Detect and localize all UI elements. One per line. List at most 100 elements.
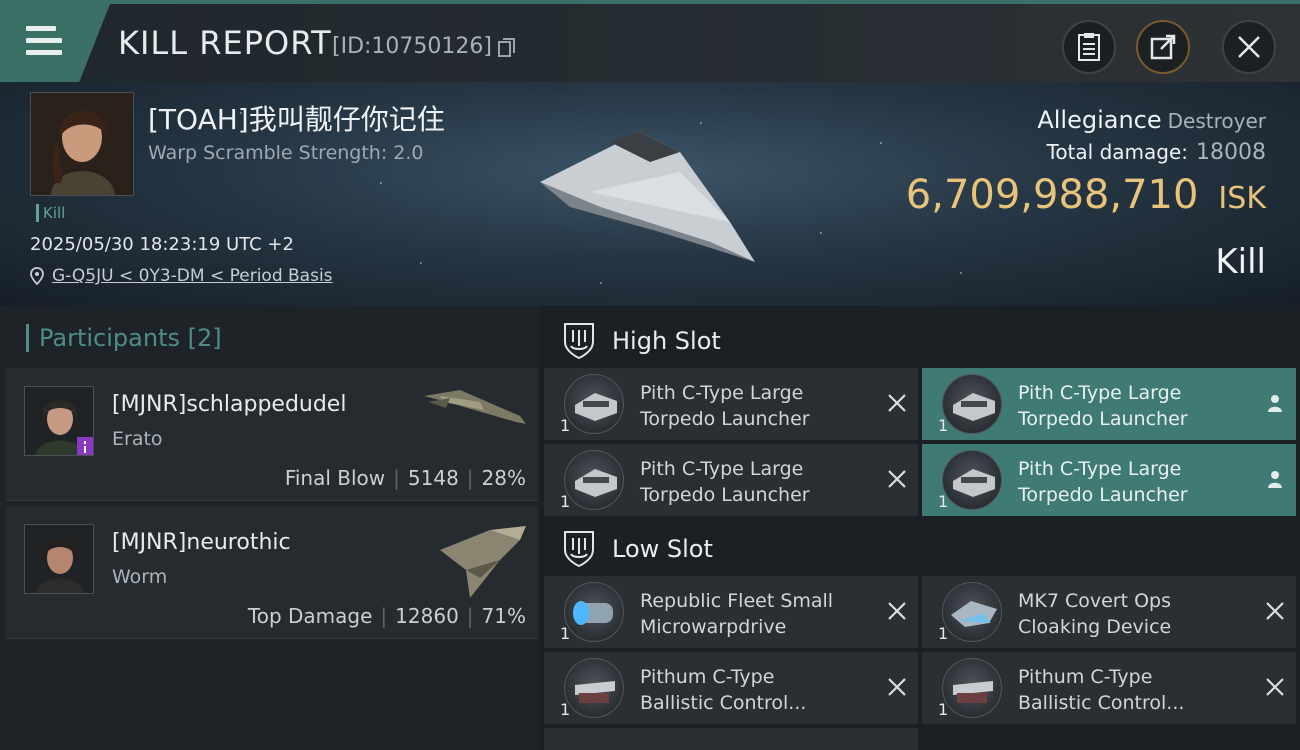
module-qty: 1 (938, 624, 949, 643)
close-button[interactable] (1222, 20, 1276, 74)
module-name: Pith C-Type Large Torpedo Launcher (640, 382, 810, 430)
module-qty: 1 (560, 492, 571, 511)
torpedo-launcher-icon (942, 450, 1002, 510)
module-qty: 1 (560, 700, 571, 719)
victim-name: [TOAH]我叫靓仔你记住 (148, 103, 445, 136)
location-link[interactable]: G-Q5JU < 0Y3-DM < Period Basis (52, 266, 333, 286)
participant-ship: Erato (112, 428, 163, 450)
module-item[interactable]: 1 MK7 Covert Ops Cloaking Device (922, 576, 1296, 648)
module-item[interactable]: 1 Pith C-Type Large Torpedo Launcher (922, 368, 1296, 440)
participant-row[interactable]: [MJNR]neurothic Worm Top Damage | 12860 | 71… (6, 506, 538, 639)
microwarpdrive-icon (564, 582, 624, 642)
allegiance: Allegiance Destroyer (1037, 106, 1266, 134)
module-qty: 1 (560, 624, 571, 643)
module-qty: 1 (938, 416, 949, 435)
avatar[interactable] (24, 524, 94, 594)
warp-scramble-strength: Warp Scramble Strength: 2.0 (148, 142, 424, 164)
share-icon (1150, 34, 1176, 60)
kill-tag: Kill (36, 204, 65, 222)
clipboard-icon (1078, 33, 1100, 61)
victim-ship-image (540, 132, 755, 262)
destroyed-x-icon (888, 602, 906, 620)
module-name: Pith C-Type Large Torpedo Launcher (1018, 458, 1188, 506)
participant-ship-icon (440, 526, 526, 598)
copy-icon[interactable] (498, 38, 516, 58)
module-item[interactable]: 1 Pith C-Type Large Torpedo Launcher (544, 444, 918, 516)
page-title: KILL REPORT (118, 24, 332, 62)
torpedo-launcher-icon (564, 450, 624, 510)
person-icon (1268, 395, 1282, 412)
victim-portrait[interactable] (30, 92, 134, 196)
module-item-partial[interactable] (544, 728, 918, 750)
module-name: Republic Fleet Small Microwarpdrive (640, 590, 834, 638)
participant-name: [MJNR]neurothic (112, 530, 291, 555)
high-slot-label: High Slot (612, 327, 721, 355)
module-qty: 1 (938, 492, 949, 511)
destroyed-x-icon (888, 470, 906, 488)
destroyed-x-icon (888, 394, 906, 412)
participant-ship: Worm (112, 566, 168, 588)
ballistic-control-icon (564, 658, 624, 718)
person-icon (1268, 471, 1282, 488)
torpedo-launcher-icon (564, 374, 624, 434)
isk-amount: 6,709,988,710 (905, 172, 1199, 218)
low-slot-label: Low Slot (612, 535, 713, 563)
avatar[interactable] (24, 386, 94, 456)
participant-row[interactable]: [MJNR]schlappedudel Erato Final Blow | 514… (6, 368, 538, 501)
participant-role: Final Blow (284, 466, 386, 490)
result-label: Kill (1215, 242, 1266, 282)
participant-percent: 28% (481, 466, 526, 490)
module-qty: 1 (938, 700, 949, 719)
hamburger-icon (26, 26, 62, 62)
clipboard-button[interactable] (1062, 20, 1116, 74)
module-name: Pithum C-Type Ballistic Control... (640, 666, 807, 714)
menu-button[interactable] (0, 4, 110, 82)
module-item[interactable]: 1 Pithum C-Type Ballistic Control... (544, 652, 918, 724)
module-item[interactable]: 1 Pithum C-Type Ballistic Control... (922, 652, 1296, 724)
torpedo-launcher-icon (942, 374, 1002, 434)
isk-unit: ISK (1218, 181, 1266, 216)
participant-role: Top Damage (247, 604, 373, 628)
kill-datetime: 2025/05/30 18:23:19 UTC +2 (30, 234, 294, 255)
share-button[interactable] (1136, 20, 1190, 74)
shield-icon (564, 531, 594, 568)
module-name: Pith C-Type Large Torpedo Launcher (640, 458, 810, 506)
participants-panel: Participants [2] [MJNR]schlappedudel Era… (0, 306, 540, 750)
participant-damage: 12860 (395, 604, 459, 628)
cloaking-device-icon (942, 582, 1002, 642)
participant-stats: Final Blow | 5148 | 28% (284, 466, 526, 490)
fitting-panel: High Slot 1 Pith C-Type Large Torpedo Lau… (540, 306, 1300, 750)
module-name: Pithum C-Type Ballistic Control... (1018, 666, 1185, 714)
high-slot-header: High Slot (540, 310, 1300, 372)
module-item[interactable]: 1 Pith C-Type Large Torpedo Launcher (544, 368, 918, 440)
allegiance-label: Allegiance (1037, 106, 1162, 134)
destroyed-x-icon (888, 678, 906, 696)
module-name: MK7 Covert Ops Cloaking Device (1018, 590, 1172, 638)
participant-percent: 71% (481, 604, 526, 628)
module-item[interactable]: 1 Republic Fleet Small Microwarpdrive (544, 576, 918, 648)
shield-icon (564, 323, 594, 360)
module-item[interactable]: 1 Pith C-Type Large Torpedo Launcher (922, 444, 1296, 516)
participant-name: [MJNR]schlappedudel (112, 392, 347, 417)
total-damage: Total damage: 18008 (1047, 140, 1267, 165)
map-pin-icon (30, 267, 44, 285)
module-name: Pith C-Type Large Torpedo Launcher (1018, 382, 1188, 430)
module-qty: 1 (560, 416, 571, 435)
participant-ship-icon (424, 390, 526, 424)
destroyed-x-icon (1266, 678, 1284, 696)
isk-value: 6,709,988,710 ISK (906, 172, 1266, 218)
victim-panel: [TOAH]我叫靓仔你记住 Warp Scramble Strength: 2.… (0, 82, 1300, 306)
participants-header: Participants [2] (26, 324, 222, 352)
kill-location[interactable]: G-Q5JU < 0Y3-DM < Period Basis (30, 266, 333, 286)
ballistic-control-icon (942, 658, 1002, 718)
total-damage-value: 18008 (1196, 140, 1266, 165)
top-bar: KILL REPORT [ID:10750126] (0, 0, 1300, 82)
low-slot-header: Low Slot (540, 518, 1300, 580)
close-icon (1238, 36, 1260, 58)
ship-class: Destroyer (1167, 109, 1266, 133)
participant-stats: Top Damage | 12860 | 71% (247, 604, 526, 628)
report-id: [ID:10750126] (332, 34, 492, 59)
total-damage-label: Total damage: (1046, 140, 1189, 164)
destroyed-x-icon (1266, 602, 1284, 620)
participant-damage: 5148 (407, 466, 459, 490)
